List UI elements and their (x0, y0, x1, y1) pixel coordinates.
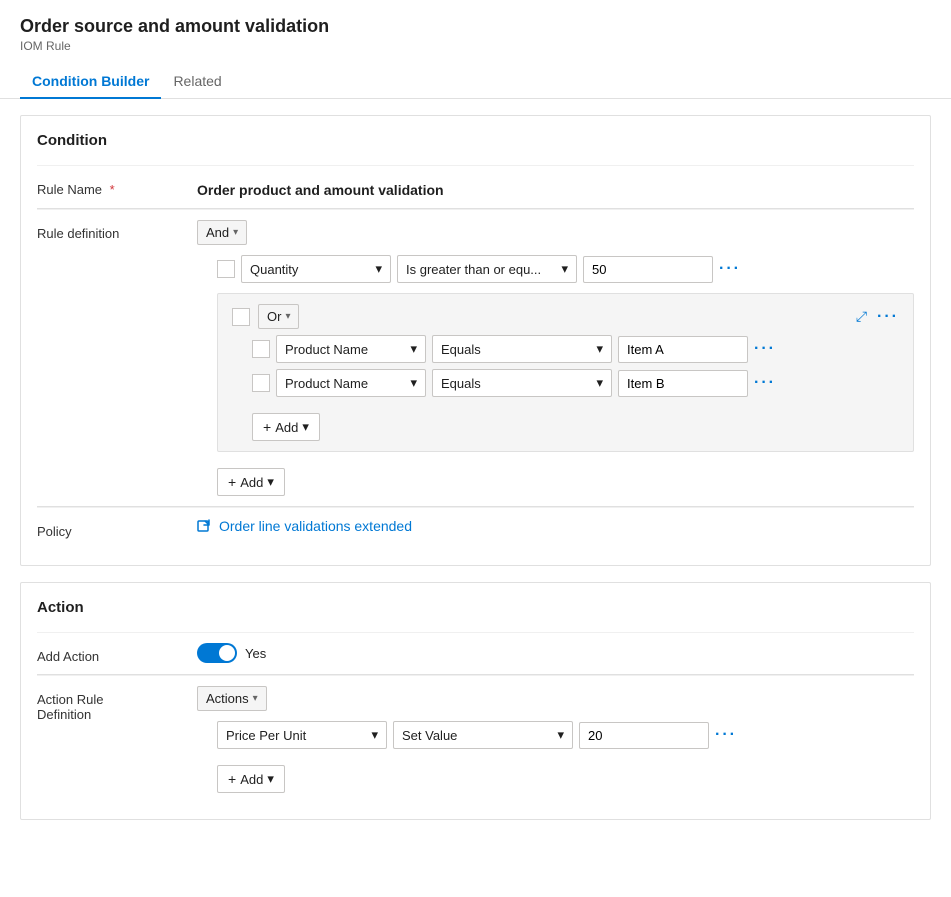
product-name-2-checkbox[interactable] (252, 374, 270, 392)
product-name-1-operator-chevron-icon: ▾ (596, 341, 603, 357)
price-per-unit-row: Price Per Unit ▾ Set Value ▾ ··· (217, 721, 914, 749)
condition-add-chevron-icon: ▾ (267, 474, 274, 490)
required-indicator: * (110, 182, 115, 197)
or-group-collapse-icon[interactable]: ⤢ (856, 308, 867, 325)
quantity-operator-chevron-icon: ▾ (561, 261, 568, 277)
product-name-1-chevron-icon: ▾ (410, 341, 417, 357)
or-group-add-plus-icon: + (263, 419, 271, 435)
quantity-more-options[interactable]: ··· (719, 260, 741, 278)
or-group-header: Or ▾ ⤢ ··· (232, 304, 899, 329)
policy-row: Policy Order line validations extended (37, 507, 914, 549)
or-group-more-options[interactable]: ··· (877, 308, 899, 326)
quantity-condition-row: Quantity ▾ Is greater than or equ... ▾ ·… (217, 255, 914, 283)
quantity-field-dropdown[interactable]: Quantity ▾ (241, 255, 391, 283)
product-name-2-operator-dropdown[interactable]: Equals ▾ (432, 369, 612, 397)
add-action-toggle-container: Yes (197, 643, 914, 663)
price-per-unit-operator-dropdown[interactable]: Set Value ▾ (393, 721, 573, 749)
and-operator-dropdown[interactable]: And ▾ (197, 220, 247, 245)
add-action-value: Yes (197, 643, 914, 663)
condition-section-title: Condition (37, 132, 914, 149)
rule-definition-value: And ▾ Quantity ▾ Is greater than or equ.… (197, 220, 914, 496)
or-group: Or ▾ ⤢ ··· Product Name (217, 293, 914, 452)
policy-link[interactable]: Order line validations extended (197, 518, 412, 534)
or-group-add-button[interactable]: + Add ▾ (252, 413, 320, 441)
product-name-1-checkbox[interactable] (252, 340, 270, 358)
price-per-unit-more-options[interactable]: ··· (715, 726, 737, 744)
actions-chevron-icon: ▾ (253, 693, 258, 704)
price-per-unit-chevron-icon: ▾ (371, 727, 378, 743)
quantity-field-chevron-icon: ▾ (375, 261, 382, 277)
or-group-add-chevron-icon: ▾ (302, 419, 309, 435)
policy-link-icon (197, 518, 213, 534)
add-action-row: Add Action Yes (37, 632, 914, 674)
tabs-bar: Condition Builder Related (0, 65, 951, 99)
product-name-2-field-dropdown[interactable]: Product Name ▾ (276, 369, 426, 397)
product-name-1-more-options[interactable]: ··· (754, 340, 776, 358)
action-add-plus-icon: + (228, 771, 236, 787)
product-name-2-value-input[interactable] (618, 370, 748, 397)
or-group-header-left: Or ▾ (232, 304, 299, 329)
policy-label: Policy (37, 518, 197, 539)
price-per-unit-field-dropdown[interactable]: Price Per Unit ▾ (217, 721, 387, 749)
product-name-1-value-input[interactable] (618, 336, 748, 363)
tab-related[interactable]: Related (161, 65, 233, 99)
action-rule-def-row: Action Rule Definition Actions ▾ Price P… (37, 675, 914, 803)
product-name-1-field-dropdown[interactable]: Product Name ▾ (276, 335, 426, 363)
or-chevron-icon: ▾ (285, 311, 290, 322)
add-action-label: Add Action (37, 643, 197, 664)
or-group-checkbox[interactable] (232, 308, 250, 326)
product-name-2-chevron-icon: ▾ (410, 375, 417, 391)
action-rule-def-value: Actions ▾ Price Per Unit ▾ Set Value ▾ ·… (197, 686, 914, 793)
price-per-unit-value-input[interactable] (579, 722, 709, 749)
condition-add-button[interactable]: + Add ▾ (217, 468, 285, 496)
and-chevron-icon: ▾ (233, 227, 238, 238)
actions-operator-dropdown[interactable]: Actions ▾ (197, 686, 267, 711)
rule-definition-row: Rule definition And ▾ Quantity ▾ Is grea… (37, 209, 914, 506)
quantity-checkbox[interactable] (217, 260, 235, 278)
action-section-title: Action (37, 599, 914, 616)
or-operator-dropdown[interactable]: Or ▾ (258, 304, 299, 329)
action-add-chevron-icon: ▾ (267, 771, 274, 787)
product-name-2-more-options[interactable]: ··· (754, 374, 776, 392)
quantity-value-input[interactable] (583, 256, 713, 283)
page-title: Order source and amount validation (20, 16, 931, 37)
add-action-toggle[interactable] (197, 643, 237, 663)
page-subtitle: IOM Rule (20, 39, 931, 53)
rule-name-value: Order product and amount validation (197, 176, 914, 198)
product-name-row-2: Product Name ▾ Equals ▾ ··· (252, 369, 899, 397)
add-action-toggle-label: Yes (245, 646, 266, 661)
product-name-2-operator-chevron-icon: ▾ (596, 375, 603, 391)
action-add-button[interactable]: + Add ▾ (217, 765, 285, 793)
rule-name-label: Rule Name * (37, 176, 197, 197)
tab-condition-builder[interactable]: Condition Builder (20, 65, 161, 99)
condition-section: Condition Rule Name * Order product and … (20, 115, 931, 566)
action-rule-def-label: Action Rule Definition (37, 686, 197, 722)
rule-name-row: Rule Name * Order product and amount val… (37, 165, 914, 208)
policy-value: Order line validations extended (197, 518, 914, 537)
condition-add-plus-icon: + (228, 474, 236, 490)
price-per-unit-operator-chevron-icon: ▾ (557, 727, 564, 743)
action-section: Action Add Action Yes Action Rule Defini… (20, 582, 931, 820)
quantity-operator-dropdown[interactable]: Is greater than or equ... ▾ (397, 255, 577, 283)
rule-definition-label: Rule definition (37, 220, 197, 241)
product-name-row-1: Product Name ▾ Equals ▾ ··· (252, 335, 899, 363)
product-name-1-operator-dropdown[interactable]: Equals ▾ (432, 335, 612, 363)
